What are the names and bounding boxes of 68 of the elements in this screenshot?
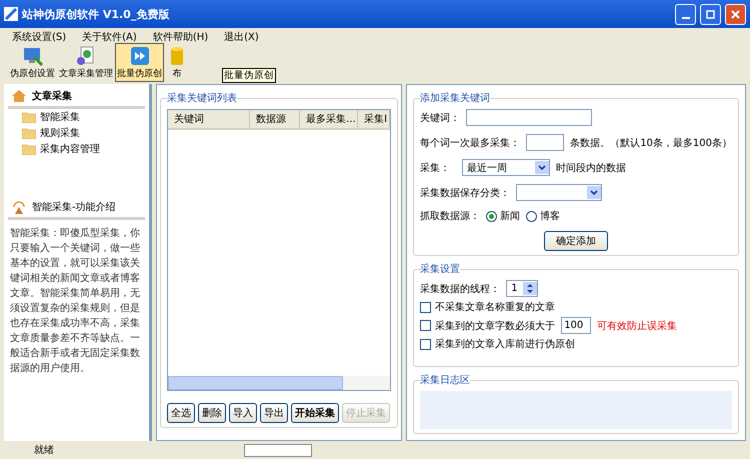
folder-icon — [22, 112, 36, 122]
tree-item[interactable]: 采集内容管理 — [8, 141, 146, 157]
field-hint: 时间段内的数据 — [556, 162, 626, 174]
checkbox-option[interactable]: 采集到的文章入库前进行伪原创 — [420, 337, 576, 351]
field-label: 采集： — [420, 162, 452, 174]
intro-text: 智能采集：即傻瓜型采集，你只要输入一个关键词，做一些基本的设置，就可以采集该关键词相关的新闻文章或者博客文章。智能采集简单易用，无须设置复杂的采集规则，但是也存在采集成功率不高，采集文章质量参差不齐等缺点。一般适合新手或者无固定采集数据源的用户使用。 — [10, 226, 141, 376]
home-icon — [12, 90, 26, 102]
antenna-icon — [12, 200, 26, 214]
radio-option[interactable]: 新闻 — [486, 209, 520, 223]
action-button[interactable]: 全选 — [167, 403, 196, 423]
thread-spinner[interactable]: 1 — [506, 280, 538, 297]
group-title: 采集日志区 — [420, 374, 470, 387]
close-icon — [731, 10, 740, 18]
field-label: 抓取数据源： — [420, 210, 480, 223]
folder-icon — [22, 128, 36, 138]
window-title: 站神伪原创软件 V1.0_免费版 — [22, 6, 170, 22]
app-icon — [4, 7, 18, 21]
action-button[interactable]: 导出 — [260, 403, 288, 423]
tree-item[interactable]: 智能采集 — [8, 109, 146, 125]
spinner-arrows-icon[interactable] — [523, 282, 538, 295]
field-label: 每个词一次最多采集： — [420, 136, 520, 150]
menu-item[interactable]: 关于软件(A) — [76, 30, 143, 44]
column-header[interactable]: 采集I — [358, 110, 390, 128]
toolbar-button[interactable]: 批量伪原创 — [115, 43, 164, 82]
maximize-icon — [706, 10, 715, 18]
tooltip: 批量伪原创 — [222, 68, 276, 83]
field-label: 采集数据保存分类： — [420, 186, 510, 200]
sidebar-title: 文章采集 — [32, 89, 72, 103]
maximize-button[interactable] — [700, 4, 721, 24]
toolbar-button[interactable]: 伪原创设置 — [8, 43, 57, 82]
toolbar-button[interactable]: 布 — [164, 43, 190, 82]
add-button[interactable]: 确定添加 — [544, 231, 608, 251]
category-dropdown[interactable] — [516, 184, 602, 201]
menu-item[interactable]: 软件帮助(H) — [146, 30, 214, 44]
column-header[interactable]: 最多采集... — [300, 110, 358, 128]
status-text: 就绪 — [34, 444, 54, 457]
checkbox-option[interactable]: 不采集文章名称重复的文章 — [420, 300, 556, 314]
keyword-field[interactable] — [466, 109, 592, 126]
menu-item[interactable]: 退出(X) — [218, 30, 265, 44]
intro-title: 智能采集-功能介绍 — [32, 200, 116, 214]
close-button[interactable] — [725, 4, 746, 24]
action-button[interactable]: 删除 — [198, 403, 226, 423]
minimize-button[interactable] — [675, 4, 696, 24]
monitor-icon — [22, 45, 44, 67]
hint-text: 可有效防止误采集 — [597, 320, 678, 332]
field-label: 关键词： — [420, 112, 460, 124]
group-title: 采集设置 — [420, 262, 460, 276]
max-count-field[interactable] — [526, 134, 564, 151]
toolbar-button[interactable]: 文章采集管理 — [57, 43, 115, 82]
horizontal-scrollbar[interactable] — [168, 376, 390, 390]
minimize-icon — [682, 16, 690, 18]
checkbox-option[interactable]: 采集到的文章字数必须大于 — [420, 318, 556, 332]
fast-forward-icon — [128, 45, 150, 67]
field-label: 采集数据的线程： — [420, 282, 500, 296]
status-panel — [244, 444, 312, 456]
group-title: 采集关键词列表 — [167, 92, 238, 105]
menu-item[interactable]: 系统设置(S) — [6, 30, 72, 44]
folder-icon — [22, 144, 36, 154]
radio-option[interactable]: 博客 — [526, 209, 560, 223]
action-button[interactable]: 开始采集 — [291, 403, 340, 423]
column-header[interactable]: 关键词 — [168, 110, 250, 128]
min-length-field[interactable]: 100 — [561, 317, 592, 334]
field-hint: 条数据。（默认10条，最多100条） — [570, 136, 732, 150]
range-dropdown[interactable]: 最近一周 — [462, 159, 550, 176]
tree-item[interactable]: 规则采集 — [8, 125, 146, 141]
group-title: 添加采集关键词 — [420, 92, 490, 105]
action-button[interactable]: 导入 — [229, 403, 258, 423]
column-header[interactable]: 数据源 — [250, 110, 300, 128]
